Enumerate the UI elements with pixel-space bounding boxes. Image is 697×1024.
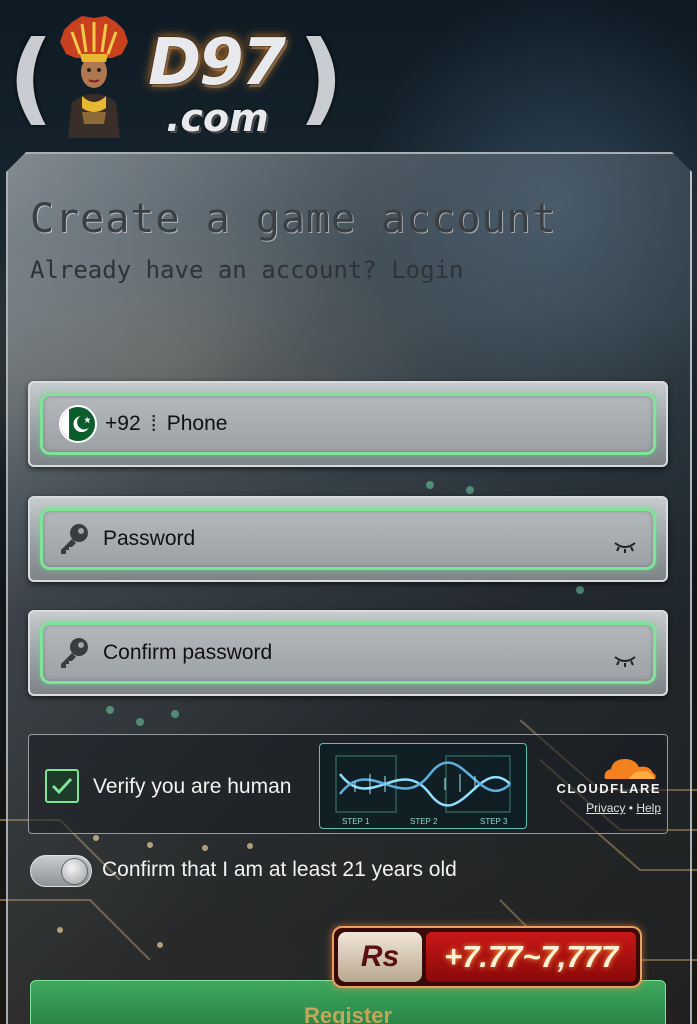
eye-closed-icon[interactable]	[613, 539, 637, 553]
toggle-knob[interactable]	[61, 858, 88, 885]
step-3-label: STEP 3	[480, 817, 508, 826]
brand-name: D97	[148, 26, 286, 100]
login-prompt: Already have an account? Login	[30, 256, 463, 284]
bonus-amount: +7.77~7,777	[426, 932, 636, 982]
mascot-icon	[60, 16, 128, 138]
confirm-password-placeholder[interactable]: Confirm password	[103, 641, 272, 665]
captcha-widget: Verify you are human STEP 1 STEP 2 STEP …	[28, 734, 668, 834]
dna-helix-icon: STEP 1 STEP 2 STEP 3	[335, 755, 511, 826]
login-link[interactable]: Login	[391, 256, 463, 284]
bonus-badge: Rs +7.77~7,777	[332, 926, 642, 988]
phone-input[interactable]: +92 ⁞ Phone	[40, 393, 656, 455]
link-separator: •	[625, 801, 637, 815]
pakistan-flag-icon[interactable]	[59, 405, 97, 443]
login-prompt-text: Already have an account?	[30, 256, 392, 284]
cloudflare-links: Privacy • Help	[541, 801, 661, 815]
age-confirm-label: Confirm that I am at least 21 years old	[102, 858, 457, 881]
key-icon	[61, 524, 88, 554]
dna-animation: STEP 1 STEP 2 STEP 3	[319, 743, 527, 829]
age-toggle[interactable]	[30, 855, 92, 887]
captcha-label: Verify you are human	[93, 775, 292, 798]
step-1-label: STEP 1	[342, 817, 370, 826]
logo-right-bracket: )	[298, 19, 344, 136]
register-label: Register	[303, 1003, 393, 1024]
page-title: Create a game account	[30, 196, 557, 242]
cloudflare-cloud-icon	[604, 759, 656, 779]
password-placeholder[interactable]: Password	[103, 527, 195, 551]
phone-placeholder[interactable]: Phone	[167, 412, 228, 436]
privacy-link[interactable]: Privacy	[586, 801, 625, 815]
help-link[interactable]: Help	[636, 801, 661, 815]
site-logo: ( D97 .com )	[8, 8, 348, 143]
field-separator: ⁞	[150, 411, 157, 436]
phone-field[interactable]: +92 ⁞ Phone	[28, 381, 668, 467]
password-field[interactable]: Password	[28, 496, 668, 582]
brand-domain: .com	[166, 96, 269, 140]
checkmark-icon	[51, 777, 73, 795]
country-code[interactable]: +92	[105, 412, 141, 436]
captcha-checkbox[interactable]	[45, 769, 79, 803]
confirm-password-input[interactable]: Confirm password	[40, 622, 656, 684]
key-icon	[61, 638, 88, 668]
confirm-password-field[interactable]: Confirm password	[28, 610, 668, 696]
logo-left-bracket: (	[8, 19, 54, 136]
cloudflare-logo-text: CLOUDFLARE	[556, 781, 661, 796]
password-input[interactable]: Password	[40, 508, 656, 570]
currency-label: Rs	[338, 932, 422, 982]
step-2-label: STEP 2	[410, 817, 438, 826]
eye-closed-icon[interactable]	[613, 653, 637, 667]
